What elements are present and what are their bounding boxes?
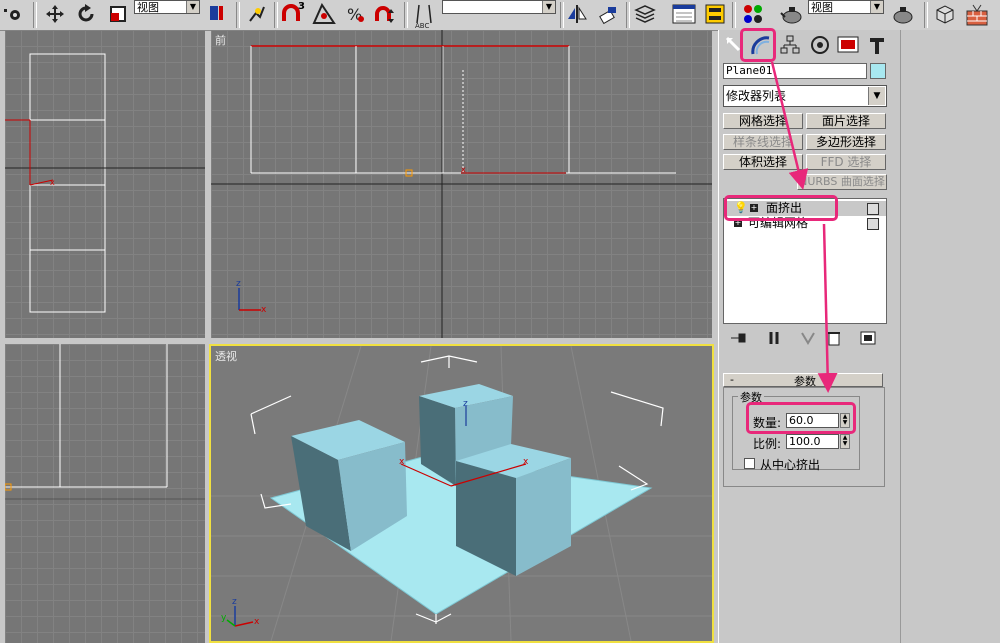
- stack-tools: [729, 330, 889, 348]
- chevron-down-icon: ▼: [542, 1, 555, 13]
- curve-editor-icon[interactable]: [672, 3, 696, 25]
- viewport-left[interactable]: x: [5, 30, 205, 338]
- hierarchy-tab-icon[interactable]: [779, 34, 801, 56]
- scale-spinner[interactable]: ▲ ▼: [840, 434, 850, 449]
- panel-scroll-area: [900, 30, 1000, 643]
- patch-select-button[interactable]: 面片选择: [806, 113, 886, 129]
- svg-text:x: x: [399, 457, 405, 467]
- perspective-scene: x x z: [211, 346, 712, 641]
- extrude-from-center-checkbox[interactable]: [744, 458, 755, 469]
- vol-select-button[interactable]: 体积选择: [723, 154, 803, 170]
- render-scene-icon[interactable]: [779, 3, 802, 25]
- top-view-wireframe: [5, 344, 205, 500]
- scale-icon[interactable]: [107, 3, 129, 25]
- wall-icon[interactable]: [965, 3, 988, 26]
- utilities-tab-icon[interactable]: [866, 34, 888, 56]
- modifier-list-label: 修改器列表: [726, 89, 787, 103]
- svg-text:x: x: [523, 457, 529, 467]
- svg-text:ABC: ABC: [415, 22, 429, 29]
- mesh-select-button[interactable]: 网格选择: [723, 113, 803, 129]
- material-editor-icon[interactable]: [742, 3, 764, 25]
- reference-coord-value: 视图: [137, 1, 159, 14]
- svg-text:x: x: [254, 617, 260, 627]
- schematic-view-icon[interactable]: [704, 3, 726, 25]
- select-manipulate-icon[interactable]: [246, 3, 268, 25]
- mirror-icon[interactable]: [566, 3, 588, 25]
- chevron-down-icon: ▼: [868, 87, 885, 105]
- svg-text:z: z: [232, 597, 237, 607]
- modifier-list-select[interactable]: 修改器列表 ▼: [723, 85, 887, 107]
- stack-item-toggle[interactable]: [867, 218, 879, 230]
- highlight-amount: [746, 402, 856, 434]
- svg-text:z: z: [463, 399, 468, 409]
- viewport-front[interactable]: 前 x z x: [211, 30, 712, 338]
- highlight-modify-tab: [740, 28, 776, 62]
- configure-sets-icon[interactable]: [859, 330, 877, 346]
- spline-select-button[interactable]: 样条线选择: [723, 134, 803, 150]
- quick-render-icon[interactable]: [890, 3, 913, 25]
- motion-tab-icon[interactable]: [809, 34, 831, 56]
- reference-coord-select[interactable]: 视图 ▼: [134, 0, 200, 14]
- svg-text:y: y: [221, 613, 227, 623]
- render-type-value: 视图: [811, 1, 833, 14]
- main-toolbar: 视图 ▼ 3 % ABC ▼ 视图 ▼: [0, 0, 1000, 31]
- ffd-select-button[interactable]: FFD 选择: [806, 154, 886, 170]
- object-name-field[interactable]: Plane01: [723, 63, 867, 79]
- viewport-top[interactable]: [5, 344, 205, 643]
- scale-input[interactable]: 100.0: [786, 434, 839, 449]
- parameters-rollout-header[interactable]: - 参数: [723, 373, 883, 388]
- select-icon[interactable]: [2, 3, 24, 25]
- edit-named-selection-icon[interactable]: ABC: [411, 3, 433, 30]
- left-view-wireframe: x: [5, 53, 205, 313]
- create-box-icon[interactable]: [934, 3, 956, 25]
- remove-modifier-icon[interactable]: [825, 330, 843, 346]
- nurbs-select-button[interactable]: NURBS 曲面选择: [797, 174, 887, 190]
- scale-label: 比例:: [753, 437, 782, 451]
- display-tab-icon[interactable]: [836, 34, 860, 56]
- svg-text:x: x: [461, 165, 466, 174]
- front-view-wireframe: x: [211, 30, 712, 338]
- svg-text:x: x: [50, 178, 55, 187]
- svg-text:x: x: [261, 305, 267, 315]
- rotate-icon[interactable]: [75, 3, 97, 25]
- render-type-select[interactable]: 视图 ▼: [808, 0, 884, 14]
- pin-stack-icon[interactable]: [729, 330, 747, 346]
- axis-tripod-icon: z x y: [221, 597, 260, 627]
- percent-snap-icon[interactable]: %: [344, 3, 366, 25]
- svg-text:z: z: [236, 279, 241, 289]
- extrude-from-center-label: 从中心挤出: [760, 458, 821, 472]
- rollout-collapse-icon: -: [730, 373, 734, 386]
- chevron-down-icon: ▼: [870, 1, 883, 13]
- chevron-down-icon: ▼: [186, 1, 199, 13]
- object-color-swatch[interactable]: [870, 63, 886, 79]
- stack-item-toggle[interactable]: [867, 203, 879, 215]
- pivot-icon[interactable]: [206, 3, 228, 25]
- align-icon[interactable]: [598, 3, 620, 25]
- show-end-result-icon[interactable]: [765, 330, 783, 346]
- viewport-perspective[interactable]: 透视 x x z z x y: [209, 344, 714, 643]
- command-panel: Plane01 修改器列表 ▼ 网格选择 面片选择 样条线选择 多边形选择 体积…: [718, 30, 901, 643]
- axis-tripod-icon: z x: [236, 279, 267, 315]
- layer-manager-icon[interactable]: [634, 3, 656, 25]
- make-unique-icon[interactable]: [799, 330, 817, 346]
- snap-toggle-icon[interactable]: 3: [280, 1, 305, 25]
- spinner-snap-icon[interactable]: [374, 3, 396, 25]
- poly-select-button[interactable]: 多边形选择: [806, 134, 886, 150]
- snap-label: 3: [298, 1, 305, 12]
- highlight-stack-item: [724, 195, 838, 221]
- angle-snap-icon[interactable]: [312, 2, 336, 25]
- named-selection-select[interactable]: ▼: [442, 0, 556, 14]
- move-icon[interactable]: [44, 3, 66, 25]
